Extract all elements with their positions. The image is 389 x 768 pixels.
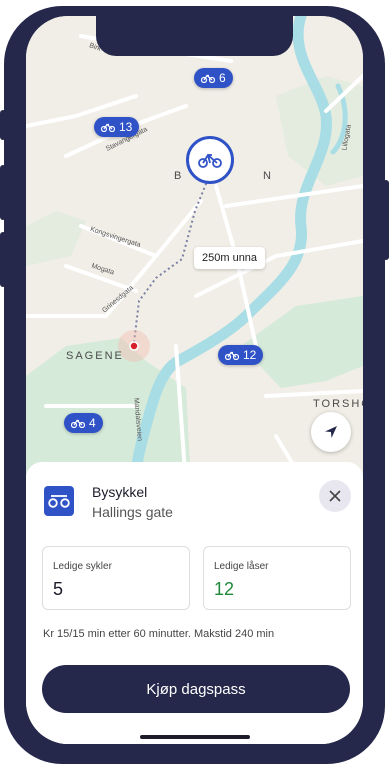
available-bikes-value: 5 bbox=[53, 579, 64, 599]
bike-icon bbox=[71, 419, 85, 428]
available-locks-value: 12 bbox=[214, 579, 235, 599]
bike-icon bbox=[201, 74, 215, 83]
place-label-bjolsen: B bbox=[174, 170, 184, 182]
station-marker-12[interactable]: 12 bbox=[218, 345, 264, 365]
station-marker-6[interactable]: 6 bbox=[194, 68, 233, 88]
close-icon bbox=[329, 490, 341, 502]
mute-switch bbox=[0, 110, 6, 140]
volume-up-button bbox=[0, 165, 6, 220]
price-info: Kr 15/15 min etter 60 minutter. Makstid … bbox=[43, 628, 275, 640]
station-name: Hallings gate bbox=[92, 504, 173, 520]
distance-label: 250m unna bbox=[194, 247, 266, 269]
available-bikes-card: Ledige sykler 5 bbox=[42, 546, 190, 610]
station-marker-13[interactable]: 13 bbox=[94, 117, 140, 137]
station-detail-sheet: Bysykkel Hallings gate Ledige sykler 5 L… bbox=[26, 462, 363, 744]
station-type: Bysykkel bbox=[92, 484, 148, 500]
map-view[interactable]: Birk Stavangergata Kongsvingergata Mogat… bbox=[26, 16, 363, 486]
bysykkel-logo-icon bbox=[44, 486, 74, 516]
bike-icon bbox=[101, 123, 115, 132]
available-locks-label: Ledige låser bbox=[214, 561, 269, 572]
station-marker-count: 13 bbox=[119, 120, 133, 134]
close-button[interactable] bbox=[319, 480, 351, 512]
station-marker-count: 6 bbox=[219, 71, 226, 85]
available-locks-card: Ledige låser 12 bbox=[203, 546, 351, 610]
phone-notch bbox=[96, 16, 293, 56]
selected-station-marker[interactable] bbox=[186, 136, 234, 184]
place-label-sagene: SAGENE bbox=[66, 350, 124, 362]
power-button bbox=[383, 180, 389, 260]
available-bikes-label: Ledige sykler bbox=[53, 561, 112, 572]
location-arrow-icon bbox=[325, 426, 337, 438]
station-marker-count: 12 bbox=[243, 348, 257, 362]
volume-down-button bbox=[0, 232, 6, 287]
phone-screen: Birk Stavangergata Kongsvingergata Mogat… bbox=[26, 16, 363, 744]
place-label-bjolsen-end: N bbox=[263, 170, 273, 182]
home-indicator[interactable] bbox=[140, 735, 250, 739]
place-label-torshov: TORSHO bbox=[313, 398, 363, 410]
station-marker-count: 4 bbox=[89, 416, 96, 430]
bike-icon bbox=[225, 351, 239, 360]
my-location-button[interactable] bbox=[311, 412, 351, 452]
buy-day-pass-button[interactable]: Kjøp dagspass bbox=[42, 665, 350, 713]
station-marker-4[interactable]: 4 bbox=[64, 413, 103, 433]
bike-icon bbox=[198, 153, 222, 168]
